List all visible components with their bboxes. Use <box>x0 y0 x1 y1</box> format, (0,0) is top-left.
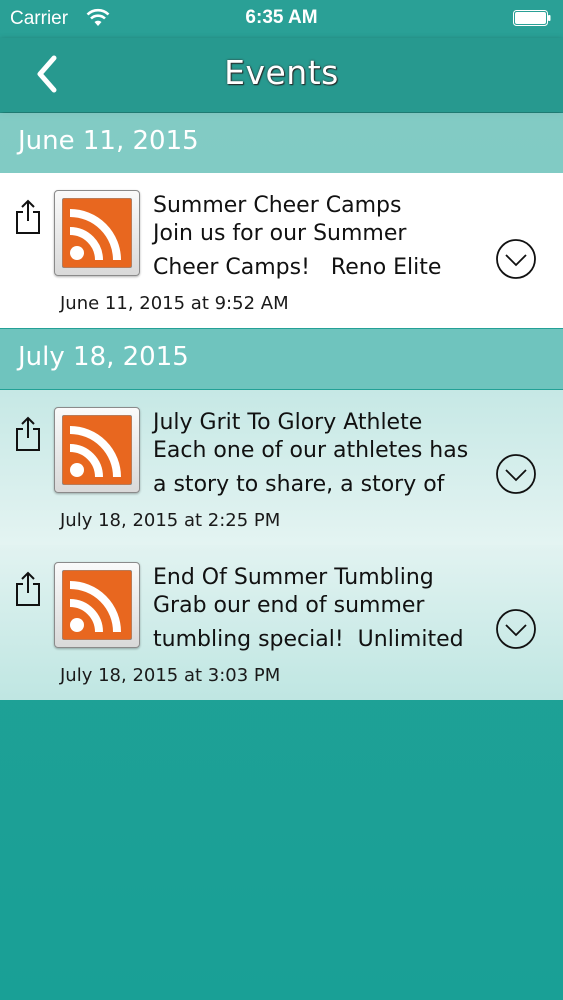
event-timestamp: June 11, 2015 at 9:52 AM <box>60 293 289 314</box>
event-timestamp: July 18, 2015 at 3:03 PM <box>60 665 281 686</box>
list-item[interactable]: Summer Cheer Camps Join us for our Summe… <box>0 173 563 328</box>
event-description: Join us for our Summer Cheer Camps! Reno… <box>153 221 442 280</box>
list-item[interactable]: July Grit To Glory Athlete Each one of o… <box>0 390 563 545</box>
section-header-july-18: July 18, 2015 <box>0 329 563 389</box>
rss-thumbnail <box>54 407 140 493</box>
event-title: July Grit To Glory Athlete <box>153 410 423 435</box>
event-timestamp: July 18, 2015 at 2:25 PM <box>60 510 281 531</box>
rss-icon <box>62 415 132 485</box>
rss-thumbnail <box>54 190 140 276</box>
share-icon[interactable] <box>14 199 42 235</box>
share-icon[interactable] <box>14 571 42 607</box>
battery-icon <box>513 10 551 26</box>
clock: 6:35 AM <box>245 7 318 28</box>
section-date: July 18, 2015 <box>18 342 189 372</box>
share-icon[interactable] <box>14 416 42 452</box>
navigation-bar: Events <box>0 38 563 112</box>
section-header-june-11: June 11, 2015 <box>0 113 563 173</box>
event-title: Summer Cheer Camps <box>153 193 402 218</box>
event-description: Each one of our athletes has a story to … <box>153 438 469 497</box>
rss-thumbnail <box>54 562 140 648</box>
rss-icon <box>62 198 132 268</box>
page-title: Events <box>224 53 339 92</box>
status-bar: Carrier 6:35 AM <box>0 0 563 38</box>
event-description: Grab our end of summer tumbling special!… <box>153 593 464 652</box>
rss-icon <box>62 570 132 640</box>
list-item[interactable]: End Of Summer Tumbling Grab our end of s… <box>0 545 563 700</box>
event-title: End Of Summer Tumbling <box>153 565 434 590</box>
expand-chevron-icon[interactable] <box>495 453 537 495</box>
expand-chevron-icon[interactable] <box>495 608 537 650</box>
section-date: June 11, 2015 <box>18 126 199 156</box>
expand-chevron-icon[interactable] <box>495 238 537 280</box>
